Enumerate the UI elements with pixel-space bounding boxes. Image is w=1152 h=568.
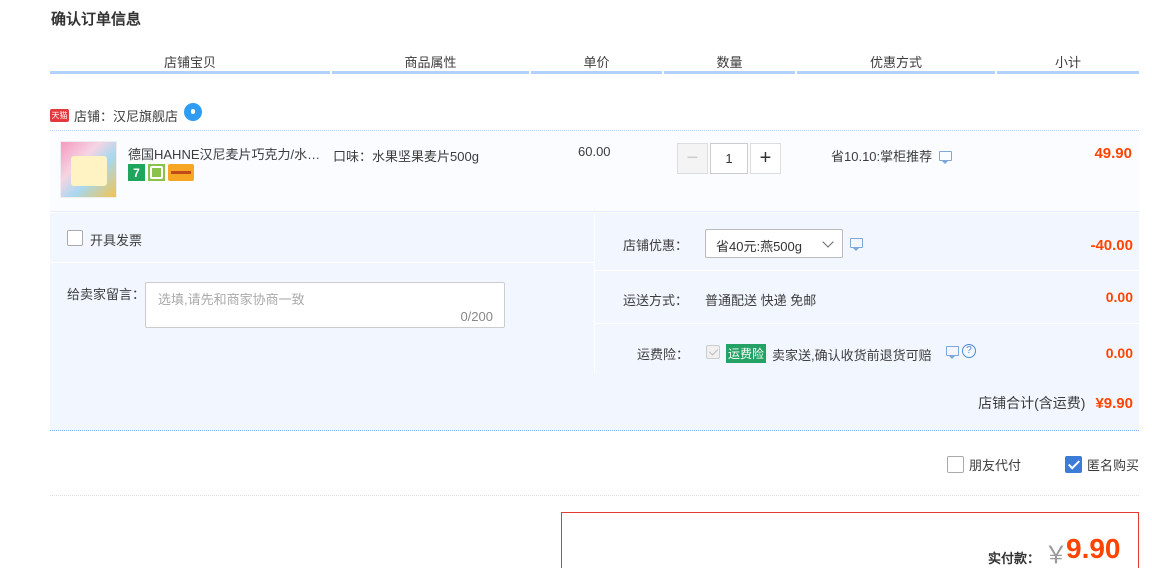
shop-discount-row: 店铺优惠： 省40元:燕500g -40.00 xyxy=(595,213,1139,271)
service-icons: 7 xyxy=(128,164,194,181)
invoice-checkbox[interactable] xyxy=(67,230,83,246)
product-title[interactable]: 德国HAHNE汉尼麦片巧克力/水… xyxy=(128,144,324,163)
shipping-label: 运送方式： xyxy=(623,293,689,308)
divider xyxy=(50,495,1139,496)
comment-icon[interactable] xyxy=(850,238,863,251)
anonymous-purchase-option[interactable]: 匿名购买 xyxy=(1065,455,1139,474)
col-header-promotion: 优惠方式 xyxy=(797,52,995,74)
page-title: 确认订单信息 xyxy=(51,11,142,28)
unit-price: 60.00 xyxy=(578,144,611,159)
comment-icon[interactable] xyxy=(946,346,959,359)
friend-pay-checkbox[interactable] xyxy=(947,456,964,473)
col-header-item: 店铺宝贝 xyxy=(50,52,330,74)
order-options-panel: 开具发票 给卖家留言： 0/200 店铺优惠： 省40元:燕500g -40.0… xyxy=(50,213,1139,431)
invoice-row: 开具发票 xyxy=(50,213,595,263)
item-subtotal: 49.90 xyxy=(1094,145,1132,162)
shop-total: 店铺合计(含运费) ¥9.90 xyxy=(978,393,1133,413)
payment-amount: 9.90 xyxy=(1066,533,1121,564)
shop-line: 天猫 店铺：汉尼旗舰店 xyxy=(50,103,203,125)
tmall-badge-icon: 天猫 xyxy=(50,108,69,122)
message-field[interactable] xyxy=(146,283,504,327)
order-item-row: 德国HAHNE汉尼麦片巧克力/水… 7 口味：水果坚果麦片500g 60.00 … xyxy=(50,130,1139,212)
promotion-text: 省10.10:掌柜推荐 xyxy=(831,149,933,164)
shop-discount-amount: -40.00 xyxy=(1090,237,1133,254)
insurance-tag: 运费险 xyxy=(726,344,767,363)
quantity-stepper: − + xyxy=(677,143,781,174)
column-headers: 店铺宝贝 商品属性 单价 数量 优惠方式 小计 xyxy=(50,52,1139,74)
insurance-text: 卖家送,确认收货前退货可赔 xyxy=(772,348,932,363)
message-char-count: 0/200 xyxy=(460,309,493,324)
message-label: 给卖家留言： xyxy=(67,287,146,302)
shipping-row: 运送方式： 普通配送 快递 免邮 0.00 xyxy=(595,271,1139,324)
anonymous-purchase-checkbox[interactable] xyxy=(1065,456,1082,473)
shop-total-label: 店铺合计(含运费) xyxy=(978,395,1086,411)
seven-day-return-icon[interactable]: 7 xyxy=(128,164,145,181)
shop-discount-select[interactable]: 省40元:燕500g xyxy=(705,229,843,258)
quantity-plus-button[interactable]: + xyxy=(750,143,781,174)
friend-pay-label[interactable]: 朋友代付 xyxy=(969,455,1021,474)
shop-total-value: ¥9.90 xyxy=(1095,395,1133,412)
friend-pay-option[interactable]: 朋友代付 xyxy=(947,455,1021,474)
product-thumbnail[interactable] xyxy=(60,141,117,198)
insurance-amount: 0.00 xyxy=(1105,345,1133,361)
quantity-input[interactable] xyxy=(710,143,748,174)
green-service-icon[interactable] xyxy=(148,164,165,181)
payment-label: 实付款： xyxy=(988,551,1041,566)
anonymous-purchase-label[interactable]: 匿名购买 xyxy=(1087,455,1139,474)
shop-name[interactable]: 店铺：汉尼旗舰店 xyxy=(74,106,178,125)
shop-discount-label: 店铺优惠： xyxy=(623,238,689,253)
promotion: 省10.10:掌柜推荐 xyxy=(831,146,953,165)
product-attribute: 口味：水果坚果麦片500g xyxy=(333,149,479,164)
payment-summary: 实付款： ￥ 9.90 xyxy=(561,512,1139,568)
invoice-label[interactable]: 开具发票 xyxy=(90,230,142,249)
insurance-label: 运费险： xyxy=(637,347,690,362)
col-header-attributes: 商品属性 xyxy=(332,52,529,74)
col-header-subtotal: 小计 xyxy=(997,52,1139,74)
card-icon[interactable] xyxy=(168,164,194,181)
shop-discount-selected: 省40元:燕500g xyxy=(716,239,802,254)
help-icon[interactable]: ? xyxy=(962,344,976,358)
col-header-quantity: 数量 xyxy=(664,52,795,74)
insurance-checkbox xyxy=(706,345,720,359)
insurance-row: 运费险： 运费险 卖家送,确认收货前退货可赔 ? 0.00 xyxy=(595,324,1139,374)
message-field-wrapper: 0/200 xyxy=(145,282,505,328)
shipping-method: 普通配送 快递 免邮 xyxy=(705,293,817,308)
quantity-minus-button[interactable]: − xyxy=(677,143,708,174)
wangwang-chat-icon[interactable] xyxy=(184,103,203,121)
comment-icon[interactable] xyxy=(939,150,953,164)
col-header-unit-price: 单价 xyxy=(531,52,662,74)
chevron-down-icon xyxy=(822,236,834,248)
currency-symbol: ￥ xyxy=(1044,542,1068,568)
shipping-amount: 0.00 xyxy=(1105,289,1133,305)
order-options-left: 开具发票 给卖家留言： 0/200 xyxy=(50,213,595,373)
